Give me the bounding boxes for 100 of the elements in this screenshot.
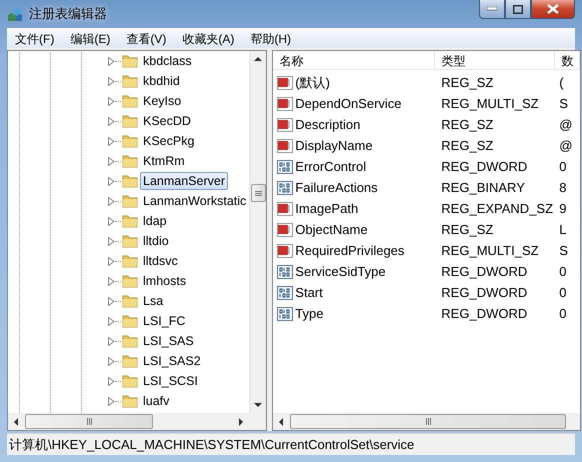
expand-arrow-icon[interactable] bbox=[108, 216, 115, 226]
expand-arrow-icon[interactable] bbox=[108, 356, 115, 366]
tree-item[interactable]: LSI_SCSI bbox=[140, 372, 201, 390]
expand-arrow-icon[interactable] bbox=[108, 176, 115, 186]
folder-icon bbox=[122, 393, 138, 409]
maximize-icon bbox=[513, 4, 523, 14]
menu-item[interactable]: 文件(F) bbox=[7, 28, 62, 48]
tree-item[interactable]: LanmanWorkstatic bbox=[140, 192, 250, 210]
value-data: @ bbox=[558, 117, 574, 132]
column-header[interactable]: 名称 bbox=[273, 51, 436, 69]
menu-item[interactable]: 编辑(E) bbox=[62, 28, 118, 48]
folder-icon bbox=[122, 73, 138, 89]
expand-arrow-icon[interactable] bbox=[108, 376, 115, 386]
tree-item[interactable]: KSecDD bbox=[140, 112, 194, 130]
value-name[interactable]: ObjectName bbox=[295, 222, 368, 237]
value-name[interactable]: Type bbox=[295, 306, 324, 321]
tree-item[interactable]: LSI_SAS2 bbox=[140, 352, 204, 370]
value-data: 0 bbox=[558, 285, 568, 300]
menu-item[interactable]: 帮助(H) bbox=[242, 28, 299, 48]
value-name[interactable]: (默认) bbox=[295, 74, 330, 92]
tree-item[interactable]: lmhosts bbox=[140, 272, 190, 290]
expand-arrow-icon[interactable] bbox=[108, 116, 115, 126]
tree-item[interactable]: LSI_FC bbox=[140, 312, 188, 330]
folder-icon bbox=[122, 293, 138, 309]
scroll-thumb[interactable] bbox=[25, 414, 153, 429]
value-name[interactable]: Start bbox=[295, 285, 323, 300]
expand-arrow-icon[interactable] bbox=[108, 236, 115, 246]
menu-item[interactable]: 收藏夹(A) bbox=[174, 28, 242, 48]
value-name[interactable]: RequiredPrivileges bbox=[295, 243, 404, 258]
expand-arrow-icon[interactable] bbox=[108, 136, 115, 146]
folder-icon bbox=[122, 233, 138, 249]
string-value-icon bbox=[277, 138, 294, 154]
value-type: REG_BINARY bbox=[440, 180, 526, 195]
value-data: 9 bbox=[558, 201, 568, 216]
tree-item[interactable]: Lsa bbox=[140, 292, 166, 310]
string-value-icon bbox=[277, 96, 294, 112]
value-data: S bbox=[558, 243, 569, 258]
value-name[interactable]: FailureActions bbox=[295, 180, 378, 195]
folder-icon bbox=[122, 153, 138, 169]
string-value-icon bbox=[277, 74, 294, 90]
expand-arrow-icon[interactable] bbox=[108, 276, 115, 286]
tree-item[interactable]: LSI_SAS bbox=[140, 332, 197, 350]
value-name[interactable]: ErrorControl bbox=[295, 159, 366, 174]
value-name[interactable]: Description bbox=[295, 117, 360, 132]
value-name[interactable]: DependOnService bbox=[295, 96, 402, 111]
expand-arrow-icon[interactable] bbox=[108, 76, 115, 86]
expand-arrow-icon[interactable] bbox=[108, 396, 115, 406]
value-name[interactable]: ImagePath bbox=[295, 201, 358, 216]
column-header[interactable]: 类型 bbox=[435, 51, 556, 69]
menu-item[interactable]: 查看(V) bbox=[118, 28, 174, 48]
value-type: REG_SZ bbox=[440, 117, 494, 132]
tree-item[interactable]: lltdsvc bbox=[140, 252, 181, 270]
string-value-icon bbox=[277, 116, 294, 132]
tree-item[interactable]: KeyIso bbox=[140, 92, 184, 110]
value-data: 0 bbox=[558, 159, 568, 174]
binary-value-icon bbox=[277, 284, 294, 300]
tree-item[interactable]: kbdclass bbox=[140, 52, 195, 70]
close-button[interactable] bbox=[531, 0, 575, 19]
expand-arrow-icon[interactable] bbox=[108, 156, 115, 166]
folder-icon bbox=[122, 313, 138, 329]
value-name[interactable]: DisplayName bbox=[295, 138, 373, 153]
expand-arrow-icon[interactable] bbox=[108, 296, 115, 306]
vertical-scrollbar[interactable] bbox=[249, 51, 266, 413]
window-title: 注册表编辑器 bbox=[29, 5, 107, 23]
scroll-grip-icon bbox=[86, 418, 92, 425]
expand-arrow-icon[interactable] bbox=[108, 96, 115, 106]
expand-arrow-icon[interactable] bbox=[108, 56, 115, 66]
horizontal-scrollbar[interactable] bbox=[8, 413, 266, 430]
tree-item[interactable]: kbdhid bbox=[140, 72, 183, 90]
tree-item[interactable]: KtmRm bbox=[140, 152, 188, 170]
expand-arrow-icon[interactable] bbox=[108, 196, 115, 206]
tree-item[interactable]: ldap bbox=[140, 212, 170, 230]
string-value-icon bbox=[277, 222, 294, 238]
string-value-icon bbox=[277, 200, 294, 216]
binary-value-icon bbox=[277, 158, 294, 174]
tree-item[interactable]: lltdio bbox=[140, 232, 172, 250]
expand-arrow-icon[interactable] bbox=[108, 316, 115, 326]
scroll-grip-icon bbox=[424, 418, 432, 425]
tree-item[interactable]: KSecPkg bbox=[140, 132, 198, 150]
minimize-icon bbox=[487, 7, 497, 11]
folder-icon bbox=[122, 333, 138, 349]
minimize-button[interactable] bbox=[479, 0, 505, 19]
folder-icon bbox=[122, 213, 138, 229]
expand-arrow-icon[interactable] bbox=[108, 256, 115, 266]
maximize-button[interactable] bbox=[505, 0, 531, 19]
folder-icon bbox=[122, 353, 138, 369]
value-type: REG_EXPAND_SZ bbox=[440, 201, 554, 216]
column-header[interactable]: 数 bbox=[555, 51, 580, 69]
scroll-thumb[interactable] bbox=[290, 414, 566, 429]
folder-icon bbox=[122, 53, 138, 69]
horizontal-scrollbar[interactable] bbox=[273, 413, 580, 430]
tree-item[interactable]: luafv bbox=[140, 392, 172, 410]
value-data: S bbox=[558, 96, 569, 111]
expand-arrow-icon[interactable] bbox=[108, 336, 115, 346]
tree-item[interactable]: LanmanServer bbox=[140, 172, 228, 190]
value-data: ( bbox=[558, 75, 565, 90]
value-name[interactable]: ServiceSidType bbox=[295, 264, 386, 279]
scroll-thumb[interactable] bbox=[250, 184, 266, 202]
value-data: 0 bbox=[558, 264, 568, 279]
value-data: 0 bbox=[558, 306, 568, 321]
